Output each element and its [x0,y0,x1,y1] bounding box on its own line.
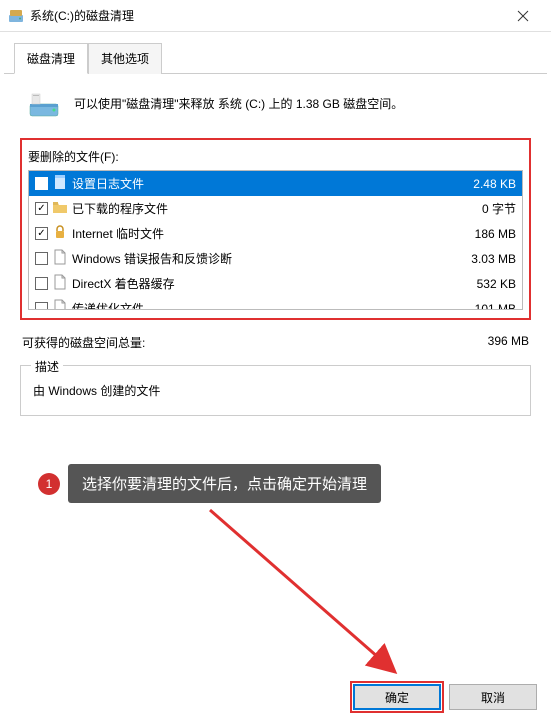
file-icon [52,199,68,218]
totals-label: 可获得的磁盘空间总量: [22,334,145,351]
description-legend: 描述 [31,358,63,375]
tab-content: 可以使用"磁盘清理"来释放 系统 (C:) 上的 1.38 GB 磁盘空间。 要… [0,74,551,416]
totals-value: 396 MB [488,334,529,351]
tab-bar: 磁盘清理 其他选项 [4,32,547,74]
file-row[interactable]: 设置日志文件 2.48 KB [29,171,522,196]
file-row[interactable]: DirectX 着色器缓存 532 KB [29,271,522,296]
file-icon [52,174,68,193]
file-size: 532 KB [446,277,516,291]
file-checkbox[interactable] [35,202,48,215]
file-name: 设置日志文件 [72,175,442,192]
description-group: 描述 由 Windows 创建的文件 [20,365,531,416]
window-title: 系统(C:)的磁盘清理 [30,7,503,24]
tab-other-options[interactable]: 其他选项 [88,43,162,74]
files-label: 要删除的文件(F): [28,148,523,165]
file-icon [52,249,68,268]
callout-text: 选择你要清理的文件后，点击确定开始清理 [68,464,381,503]
file-icon [52,224,68,243]
file-checkbox[interactable] [35,252,48,265]
callout-number: 1 [38,473,60,495]
annotation-arrow [180,500,440,700]
close-icon [517,10,529,22]
disk-cleanup-icon [8,8,24,24]
file-checkbox[interactable] [35,302,48,310]
file-name: 已下载的程序文件 [72,200,442,217]
file-name: 传递优化文件 [72,300,442,310]
cancel-button[interactable]: 取消 [449,684,537,710]
close-button[interactable] [503,1,543,31]
totals-row: 可获得的磁盘空间总量: 396 MB [20,328,531,351]
annotation-callout: 1 选择你要清理的文件后，点击确定开始清理 [38,464,381,503]
file-row[interactable]: 传递优化文件 101 MB [29,296,522,310]
intro-text: 可以使用"磁盘清理"来释放 系统 (C:) 上的 1.38 GB 磁盘空间。 [74,95,403,113]
file-name: Windows 错误报告和反馈诊断 [72,250,442,267]
file-list[interactable]: 设置日志文件2.48 KB已下载的程序文件0 字节Internet 临时文件18… [28,170,523,310]
tab-disk-cleanup[interactable]: 磁盘清理 [14,43,88,74]
file-size: 186 MB [446,227,516,241]
dialog-footer: 确定 取消 [353,684,537,710]
ok-button[interactable]: 确定 [353,684,441,710]
file-name: Internet 临时文件 [72,225,442,242]
file-checkbox[interactable] [35,177,48,190]
drive-icon [28,88,60,120]
file-row[interactable]: Internet 临时文件 186 MB [29,221,522,246]
titlebar: 系统(C:)的磁盘清理 [0,0,551,32]
file-name: DirectX 着色器缓存 [72,275,442,292]
files-section: 要删除的文件(F): 设置日志文件2.48 KB已下载的程序文件0 字节Inte… [20,138,531,320]
file-icon [52,299,68,310]
file-checkbox[interactable] [35,227,48,240]
file-row[interactable]: 已下载的程序文件0 字节 [29,196,522,221]
file-size: 0 字节 [446,200,516,217]
file-checkbox[interactable] [35,277,48,290]
file-size: 101 MB [446,302,516,311]
file-size: 3.03 MB [446,252,516,266]
intro-row: 可以使用"磁盘清理"来释放 系统 (C:) 上的 1.38 GB 磁盘空间。 [20,88,531,120]
file-size: 2.48 KB [446,177,516,191]
description-text: 由 Windows 创建的文件 [31,376,520,405]
file-row[interactable]: Windows 错误报告和反馈诊断 3.03 MB [29,246,522,271]
file-icon [52,274,68,293]
